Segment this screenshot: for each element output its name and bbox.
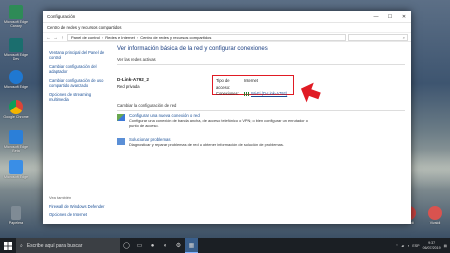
volume-icon[interactable]: ◖ xyxy=(407,244,409,248)
desktop-icon-edge[interactable]: Microsoft Edge xyxy=(2,70,30,89)
settings-taskbar-icon[interactable]: ⚙ xyxy=(172,238,185,253)
clock-date: 06/07/2019 xyxy=(422,245,441,250)
breadcrumb-control-panel[interactable]: Panel de control xyxy=(71,35,100,40)
close-button[interactable]: ✕ xyxy=(397,11,411,23)
connection-name[interactable]: Wi-Fi (D-Link-A792) xyxy=(251,91,287,96)
minimize-button[interactable]: — xyxy=(369,11,383,23)
address-search-input[interactable]: ⌕ xyxy=(348,33,408,41)
breadcrumb-network-center[interactable]: Centro de redes y recursos compartidos xyxy=(140,35,211,40)
troubleshoot-desc: Diagnosticar y reparar problemas de red … xyxy=(129,142,284,147)
taskbar-search-input[interactable]: ⌕ Escribe aquí para buscar xyxy=(16,238,120,253)
network-setup-icon xyxy=(117,114,125,121)
network-type: Red privada xyxy=(117,84,140,89)
title-bar: Configuración — ☐ ✕ xyxy=(43,11,411,23)
edge-icon xyxy=(9,160,23,174)
edge-icon xyxy=(9,70,23,84)
edge-taskbar-icon[interactable]: ◐ xyxy=(159,238,172,253)
back-icon[interactable]: ← xyxy=(46,35,51,40)
edge-canary-icon xyxy=(9,5,23,19)
sidebar-link-internet-options[interactable]: Opciones de Internet xyxy=(49,212,87,217)
control-panel-taskbar-icon[interactable]: ▦ xyxy=(185,238,198,253)
clock[interactable]: 9:37 06/07/2019 xyxy=(423,241,441,250)
red-arrow-icon xyxy=(300,82,321,103)
desktop-icon-edge-dev[interactable]: Microsoft Edge Dev xyxy=(2,38,30,61)
change-settings-title: Cambiar la configuración de red xyxy=(117,103,177,108)
troubleshoot-icon xyxy=(117,138,125,145)
settings-window: Configuración — ☐ ✕ Centro de redes y re… xyxy=(43,11,411,224)
file-explorer-icon[interactable]: ▭ xyxy=(133,238,146,253)
sidebar-link-control-panel[interactable]: Ventana principal del Panel de control xyxy=(49,50,105,60)
system-tray: ⌃ ▰ ◖ ESP 9:37 06/07/2019 ▤ xyxy=(395,241,450,250)
access-type-row: Tipo de acceso: Internet xyxy=(216,78,290,91)
sidebar-link-firewall[interactable]: Firewall de Windows Defender xyxy=(49,204,105,209)
divider xyxy=(117,64,405,65)
edge-beta-icon xyxy=(9,130,23,144)
network-tray-icon[interactable]: ▰ xyxy=(401,244,404,248)
vivaldi-icon xyxy=(428,206,442,220)
taskbar: ⌕ Escribe aquí para buscar ◯ ▭ ● ◐ ⚙ ▦ ⌃… xyxy=(0,238,450,253)
recycle-bin-icon xyxy=(11,206,21,220)
see-also-title: Vea también xyxy=(49,195,72,200)
desktop-icon-edge-2[interactable]: Microsoft Edge xyxy=(2,160,30,179)
panel-title: Centro de redes y recursos compartidos xyxy=(47,25,122,30)
task-new-connection: Configurar una nueva conexión o red Conf… xyxy=(117,113,309,128)
address-bar: ← → ↑ Panel de control › Redes e Interne… xyxy=(43,33,411,42)
breadcrumb-separator: › xyxy=(101,34,104,40)
network-name: D-Link-A792_2 xyxy=(117,77,149,82)
task-troubleshoot: Solucionar problemas Diagnosticar y repa… xyxy=(117,137,309,147)
network-info: D-Link-A792_2 Red privada xyxy=(117,77,149,89)
desktop-icon-edge-canary[interactable]: Microsoft Edge Canary xyxy=(2,5,30,28)
breadcrumb-network-internet[interactable]: Redes e Internet xyxy=(105,35,135,40)
sidebar: Ventana principal del Panel de control C… xyxy=(43,43,111,224)
tray-up-icon[interactable]: ⌃ xyxy=(395,244,398,248)
connections-row: Conexiones: Wi-Fi (D-Link-A792) xyxy=(216,91,290,98)
search-icon: ⌕ xyxy=(402,34,405,40)
address-path[interactable]: Panel de control › Redes e Internet › Ce… xyxy=(67,33,346,41)
divider xyxy=(117,110,405,111)
sidebar-link-media-streaming[interactable]: Opciones de streaming multimedia xyxy=(49,92,105,102)
up-icon[interactable]: ↑ xyxy=(60,35,65,40)
connections-label: Conexiones: xyxy=(216,91,239,96)
wifi-signal-icon xyxy=(244,91,249,96)
sidebar-link-adapter-settings[interactable]: Cambiar configuración del adaptador xyxy=(49,64,105,74)
edge-dev-icon xyxy=(9,38,23,52)
access-type-value: Internet xyxy=(244,78,258,83)
window-title: Configuración xyxy=(47,14,76,19)
notifications-icon[interactable]: ▤ xyxy=(444,244,447,248)
search-placeholder: Escribe aquí para buscar xyxy=(26,242,83,249)
language-indicator[interactable]: ESP xyxy=(412,244,419,248)
task-view-icon[interactable]: ◯ xyxy=(120,238,133,253)
page-title: Ver información básica de la red y confi… xyxy=(117,46,268,52)
start-button[interactable] xyxy=(0,238,16,253)
chrome-icon xyxy=(9,100,23,114)
main-content: Ver información básica de la red y confi… xyxy=(111,43,411,224)
breadcrumb-separator: › xyxy=(136,34,139,40)
maximize-button[interactable]: ☐ xyxy=(383,11,397,23)
desktop-icon-vivaldi[interactable]: Vivaldi xyxy=(421,206,449,225)
desktop-icon-chrome[interactable]: Google Chrome xyxy=(2,100,30,119)
search-icon: ⌕ xyxy=(20,242,23,249)
access-highlight-box: Tipo de acceso: Internet Conexiones: Wi-… xyxy=(212,75,294,98)
active-networks-title: Ver las redes activas xyxy=(117,57,156,62)
desktop-icon-edge-beta[interactable]: Microsoft Edge Beta xyxy=(2,130,30,153)
change-settings-section: Cambiar la configuración de red xyxy=(117,103,405,111)
windows-logo-icon xyxy=(4,241,12,250)
control-panel-header: Centro de redes y recursos compartidos xyxy=(43,23,411,33)
desktop-icon-recycle-bin[interactable]: Papelera xyxy=(2,206,30,225)
forward-icon[interactable]: → xyxy=(53,35,58,40)
chrome-taskbar-icon[interactable]: ● xyxy=(146,238,159,253)
sidebar-link-advanced-sharing[interactable]: Cambiar configuración de uso compartido … xyxy=(49,78,105,88)
new-connection-desc: Configurar una conexión de banda ancha, … xyxy=(129,118,308,128)
connection-link[interactable]: Wi-Fi (D-Link-A792) xyxy=(244,91,287,98)
access-type-label: Tipo de acceso: xyxy=(216,78,231,90)
